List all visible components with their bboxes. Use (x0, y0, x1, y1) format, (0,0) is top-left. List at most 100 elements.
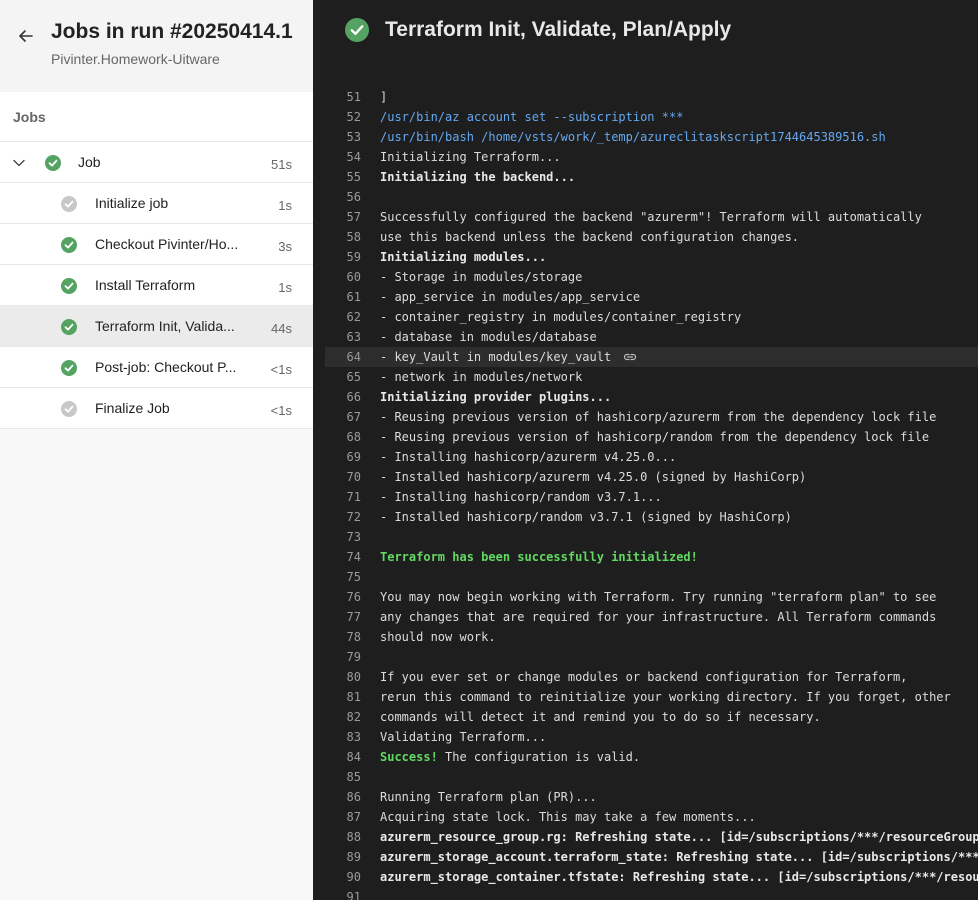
log-text: - Installing hashicorp/random v3.7.1... (380, 487, 662, 507)
log-text: /usr/bin/az account set --subscription *… (380, 107, 683, 127)
log-text-content: azurerm_resource_group.rg: Refreshing st… (380, 830, 978, 844)
line-number[interactable]: 89 (325, 847, 361, 867)
step-row[interactable]: Terraform Init, Valida... 44s (0, 306, 313, 347)
line-number[interactable]: 81 (325, 687, 361, 707)
step-row[interactable]: Finalize Job <1s (0, 388, 313, 429)
line-number[interactable]: 85 (325, 767, 361, 787)
log-text: If you ever set or change modules or bac… (380, 667, 907, 687)
line-number[interactable]: 62 (325, 307, 361, 327)
job-row[interactable]: Job 51s (0, 142, 313, 183)
log-text-content: Running Terraform plan (PR)... (380, 790, 597, 804)
log-text-content: - Storage in modules/storage (380, 270, 583, 284)
jobs-list: Jobs Job 51s Initialize job 1s Checkout Pi… (0, 92, 313, 429)
line-number[interactable]: 84 (325, 747, 361, 767)
line-number[interactable]: 72 (325, 507, 361, 527)
chevron-down-icon[interactable] (12, 156, 26, 170)
log-line: 79 (325, 647, 978, 667)
line-number[interactable]: 76 (325, 587, 361, 607)
line-number[interactable]: 56 (325, 187, 361, 207)
log-line: 70 - Installed hashicorp/azurerm v4.25.0 … (325, 467, 978, 487)
line-number[interactable]: 70 (325, 467, 361, 487)
log-line: 53/usr/bin/bash /home/vsts/work/_temp/az… (325, 127, 978, 147)
log-text-content: - Installed hashicorp/random v3.7.1 (sig… (380, 510, 792, 524)
line-number[interactable]: 74 (325, 547, 361, 567)
step-row[interactable]: Install Terraform 1s (0, 265, 313, 306)
line-number[interactable]: 51 (325, 90, 361, 107)
line-number[interactable]: 73 (325, 527, 361, 547)
log-text-content: - key_Vault in modules/key_vault (380, 350, 612, 364)
log-line: 55 Initializing the backend... (325, 167, 978, 187)
line-number[interactable]: 54 (325, 147, 361, 167)
log-text: - key_Vault in modules/key_vault (380, 347, 637, 367)
line-number[interactable]: 67 (325, 407, 361, 427)
log-text: - Installed hashicorp/azurerm v4.25.0 (s… (380, 467, 806, 487)
log-line: 51] (325, 90, 978, 107)
log-text: should now work. (380, 627, 496, 647)
line-number[interactable]: 86 (325, 787, 361, 807)
log-line: 78 should now work. (325, 627, 978, 647)
log-text: azurerm_storage_account.terraform_state:… (380, 847, 978, 867)
log-text: Validating Terraform... (380, 727, 546, 747)
line-number[interactable]: 82 (325, 707, 361, 727)
line-number[interactable]: 57 (325, 207, 361, 227)
log-text-content: use this backend unless the backend conf… (380, 230, 800, 244)
step-label: Terraform Init, Valida... (95, 318, 235, 334)
line-number[interactable]: 61 (325, 287, 361, 307)
step-row[interactable]: Checkout Pivinter/Ho... 3s (0, 224, 313, 265)
log-text-content: - Installing hashicorp/azurerm v4.25.0..… (380, 450, 677, 464)
line-number[interactable]: 60 (325, 267, 361, 287)
log-line: 72 - Installed hashicorp/random v3.7.1 (s… (325, 507, 978, 527)
log-text: - Reusing previous version of hashicorp/… (380, 427, 929, 447)
log-text-content: You may now begin working with Terraform… (380, 590, 937, 604)
log-line: 71 - Installing hashicorp/random v3.7.1..… (325, 487, 978, 507)
log-line: 83 Validating Terraform... (325, 727, 978, 747)
log-line: 84 Success! The configuration is valid. (325, 747, 978, 767)
line-number[interactable]: 77 (325, 607, 361, 627)
log-text-content: - database in modules/database (380, 330, 597, 344)
line-number[interactable]: 69 (325, 447, 361, 467)
line-number[interactable]: 68 (325, 427, 361, 447)
link-icon[interactable] (623, 352, 637, 362)
line-number[interactable]: 79 (325, 647, 361, 667)
log-text: ] (380, 90, 387, 107)
step-label: Checkout Pivinter/Ho... (95, 236, 239, 252)
log-output[interactable]: 51] 52/usr/bin/az account set --subscript… (325, 90, 978, 900)
line-number[interactable]: 88 (325, 827, 361, 847)
log-text: rerun this command to reinitialize your … (380, 687, 951, 707)
line-number[interactable]: 52 (325, 107, 361, 127)
line-number[interactable]: 65 (325, 367, 361, 387)
line-number[interactable]: 66 (325, 387, 361, 407)
line-number[interactable]: 83 (325, 727, 361, 747)
line-number[interactable]: 63 (325, 327, 361, 347)
step-duration: 3s (278, 239, 292, 254)
line-number[interactable]: 80 (325, 667, 361, 687)
step-row[interactable]: Initialize job 1s (0, 183, 313, 224)
step-row[interactable]: Post-job: Checkout P... <1s (0, 347, 313, 388)
line-number[interactable]: 90 (325, 867, 361, 887)
log-line: 76 You may now begin working with Terrafo… (325, 587, 978, 607)
log-text-content: Initializing provider plugins... (380, 390, 612, 404)
line-number[interactable]: 71 (325, 487, 361, 507)
line-number[interactable]: 75 (325, 567, 361, 587)
log-title: Terraform Init, Validate, Plan/Apply (385, 18, 732, 41)
log-text-content: - container_registry in modules/containe… (380, 310, 742, 324)
log-text: You may now begin working with Terraform… (380, 587, 936, 607)
log-line: 60 - Storage in modules/storage (325, 267, 978, 287)
log-text-content: Terraform has been successfully initiali… (380, 550, 698, 564)
log-text: Initializing the backend... (380, 167, 575, 187)
line-number[interactable]: 55 (325, 167, 361, 187)
line-number[interactable]: 78 (325, 627, 361, 647)
log-text-content: Initializing Terraform... (380, 150, 561, 164)
log-line: 52/usr/bin/az account set --subscription… (325, 107, 978, 127)
line-number[interactable]: 87 (325, 807, 361, 827)
log-text: Terraform has been successfully initiali… (380, 547, 698, 567)
log-line: 64 - key_Vault in modules/key_vault (325, 347, 978, 367)
arrow-left-icon[interactable] (16, 26, 36, 46)
line-number[interactable]: 59 (325, 247, 361, 267)
step-duration: 1s (278, 280, 292, 295)
line-number[interactable]: 58 (325, 227, 361, 247)
log-line: 61 - app_service in modules/app_service (325, 287, 978, 307)
line-number[interactable]: 64 (325, 347, 361, 367)
line-number[interactable]: 53 (325, 127, 361, 147)
line-number[interactable]: 91 (325, 887, 361, 900)
